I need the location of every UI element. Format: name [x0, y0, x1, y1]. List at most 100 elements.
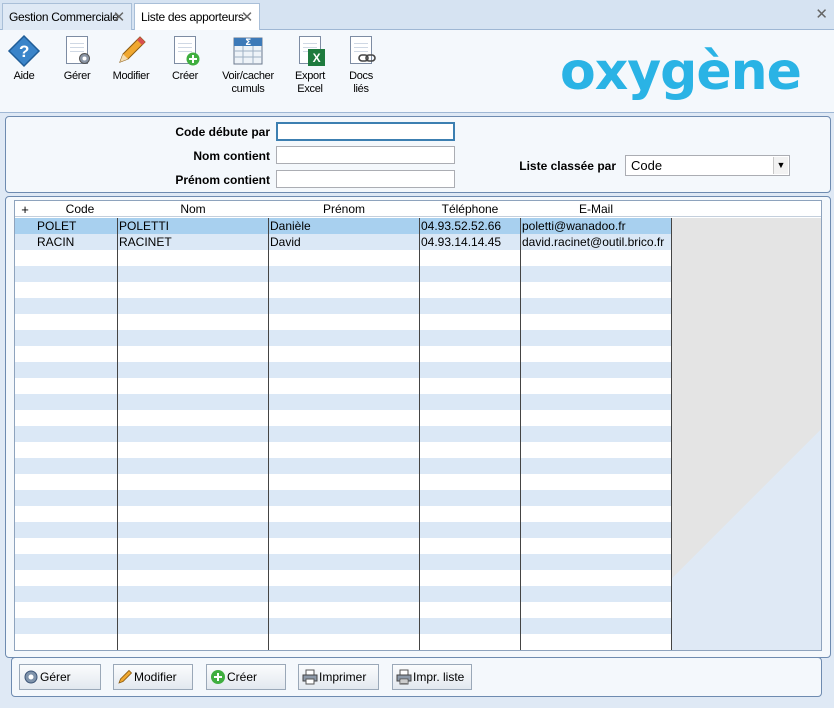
empty-table-row	[15, 554, 672, 570]
cell-prenom: Danièle	[270, 219, 311, 233]
help-diamond-icon: ?	[7, 34, 41, 68]
empty-table-row	[15, 586, 672, 602]
print-list-icon	[396, 669, 412, 685]
excel-export-icon: X	[293, 34, 327, 68]
imprimer-button[interactable]: Imprimer	[298, 664, 379, 690]
nom-filter-input[interactable]	[276, 146, 455, 164]
gerer-button[interactable]: Gérer	[19, 664, 101, 690]
close-window-icon[interactable]: ✕	[815, 5, 828, 23]
empty-table-row	[15, 266, 672, 282]
docs-lies-button[interactable]: Docs liés	[342, 34, 380, 96]
empty-table-row	[15, 458, 672, 474]
empty-table-row	[15, 250, 672, 266]
code-filter-input[interactable]	[276, 122, 455, 141]
modifier-button[interactable]: Modifier	[113, 664, 193, 690]
empty-table-row	[15, 394, 672, 410]
empty-table-row	[15, 474, 672, 490]
cell-code: POLET	[37, 219, 77, 233]
empty-table-row	[15, 538, 672, 554]
empty-table-row	[15, 410, 672, 426]
imprimer-button-label: Imprimer	[319, 670, 367, 684]
empty-table-row	[15, 314, 672, 330]
modifier-button-label: Modifier	[134, 670, 177, 684]
close-icon[interactable]: ✕	[241, 8, 254, 26]
column-divider	[268, 218, 269, 650]
empty-table-row	[15, 570, 672, 586]
column-chooser-icon[interactable]: +	[17, 202, 33, 217]
voir-cacher-cumuls-button[interactable]: Σ Voir/cacher cumuls	[218, 34, 278, 96]
creer-toolbar-button[interactable]: Créer	[166, 34, 204, 83]
docs-lies-label: Docs liés	[349, 70, 373, 95]
document-gear-icon	[60, 34, 94, 68]
cell-telephone: 04.93.52.52.66	[421, 219, 502, 233]
linked-docs-icon	[344, 34, 378, 68]
table-row[interactable]: POLET POLETTI Danièle 04.93.52.52.66 pol…	[15, 218, 672, 234]
pencil-icon	[114, 34, 148, 68]
column-header-prenom[interactable]: Prénom	[269, 202, 419, 216]
cell-prenom: David	[270, 235, 301, 249]
table-row[interactable]: RACIN RACINET David 04.93.14.14.45 david…	[15, 234, 672, 250]
modifier-toolbar-button[interactable]: Modifier	[108, 34, 154, 83]
tab-liste-apporteurs[interactable]: Liste des apporteurs ✕	[134, 3, 260, 31]
impr-liste-button[interactable]: Impr. liste	[392, 664, 472, 690]
svg-text:?: ?	[19, 42, 29, 61]
add-icon	[210, 669, 226, 685]
creer-button-label: Créer	[227, 670, 258, 684]
table-header: + Code Nom Prénom Téléphone E-Mail	[15, 201, 821, 217]
svg-text:X: X	[313, 51, 321, 65]
impr-liste-button-label: Impr. liste	[413, 670, 465, 684]
column-header-email[interactable]: E-Mail	[521, 202, 671, 216]
voir-cacher-cumuls-label: Voir/cacher cumuls	[222, 70, 274, 95]
empty-table-row	[15, 490, 672, 506]
cell-email: david.racinet@outil.brico.fr	[522, 235, 665, 249]
cell-nom: RACINET	[119, 235, 172, 249]
oxygene-logo: oxygène	[560, 42, 802, 102]
gerer-toolbar-button[interactable]: Gérer	[58, 34, 96, 83]
sort-select-value: Code	[631, 158, 663, 173]
chevron-down-icon[interactable]: ▼	[773, 157, 788, 174]
empty-table-row	[15, 618, 672, 634]
prenom-filter-input[interactable]	[276, 170, 455, 188]
empty-table-row	[15, 522, 672, 538]
pencil-icon	[117, 669, 133, 685]
cell-code: RACIN	[37, 235, 75, 249]
printer-icon	[302, 669, 318, 685]
cell-nom: POLETTI	[119, 219, 170, 233]
column-header-code[interactable]: Code	[45, 202, 115, 216]
tab-label: Liste des apporteurs	[141, 10, 244, 24]
table-body: POLET POLETTI Danièle 04.93.52.52.66 pol…	[15, 218, 672, 650]
code-filter-label: Code débute par	[175, 125, 270, 139]
aide-label: Aide	[13, 70, 35, 82]
empty-table-row	[15, 426, 672, 442]
empty-table-row	[15, 634, 672, 650]
sort-select[interactable]: Code ▼	[625, 155, 790, 176]
cell-telephone: 04.93.14.14.45	[421, 235, 502, 249]
document-add-icon	[168, 34, 202, 68]
empty-table-row	[15, 442, 672, 458]
column-header-nom[interactable]: Nom	[118, 202, 268, 216]
export-excel-button[interactable]: X Export Excel	[290, 34, 330, 96]
prenom-filter-label: Prénom contient	[175, 173, 270, 187]
tab-gestion-commerciale[interactable]: Gestion Commerciale ✕	[2, 3, 132, 30]
empty-table-row	[15, 282, 672, 298]
grid-empty-area	[672, 218, 821, 650]
close-icon[interactable]: ✕	[113, 8, 126, 26]
column-divider	[419, 218, 420, 650]
column-divider	[117, 218, 118, 650]
column-header-telephone[interactable]: Téléphone	[420, 202, 520, 216]
modifier-label: Modifier	[112, 70, 150, 82]
empty-table-row	[15, 346, 672, 362]
empty-table-row	[15, 602, 672, 618]
empty-table-row	[15, 362, 672, 378]
creer-button[interactable]: Créer	[206, 664, 286, 690]
svg-text:Σ: Σ	[245, 38, 251, 48]
aide-button[interactable]: ? Aide	[6, 34, 42, 83]
column-divider	[520, 218, 521, 650]
toolbar: ? Aide Gérer Modifier Créer Σ Voir/cache…	[0, 30, 834, 113]
gear-icon	[23, 669, 39, 685]
tab-label: Gestion Commerciale	[9, 10, 119, 24]
empty-table-row	[15, 378, 672, 394]
creer-label: Créer	[171, 70, 198, 82]
export-excel-label: Export Excel	[295, 70, 325, 95]
gerer-label: Gérer	[63, 70, 91, 82]
